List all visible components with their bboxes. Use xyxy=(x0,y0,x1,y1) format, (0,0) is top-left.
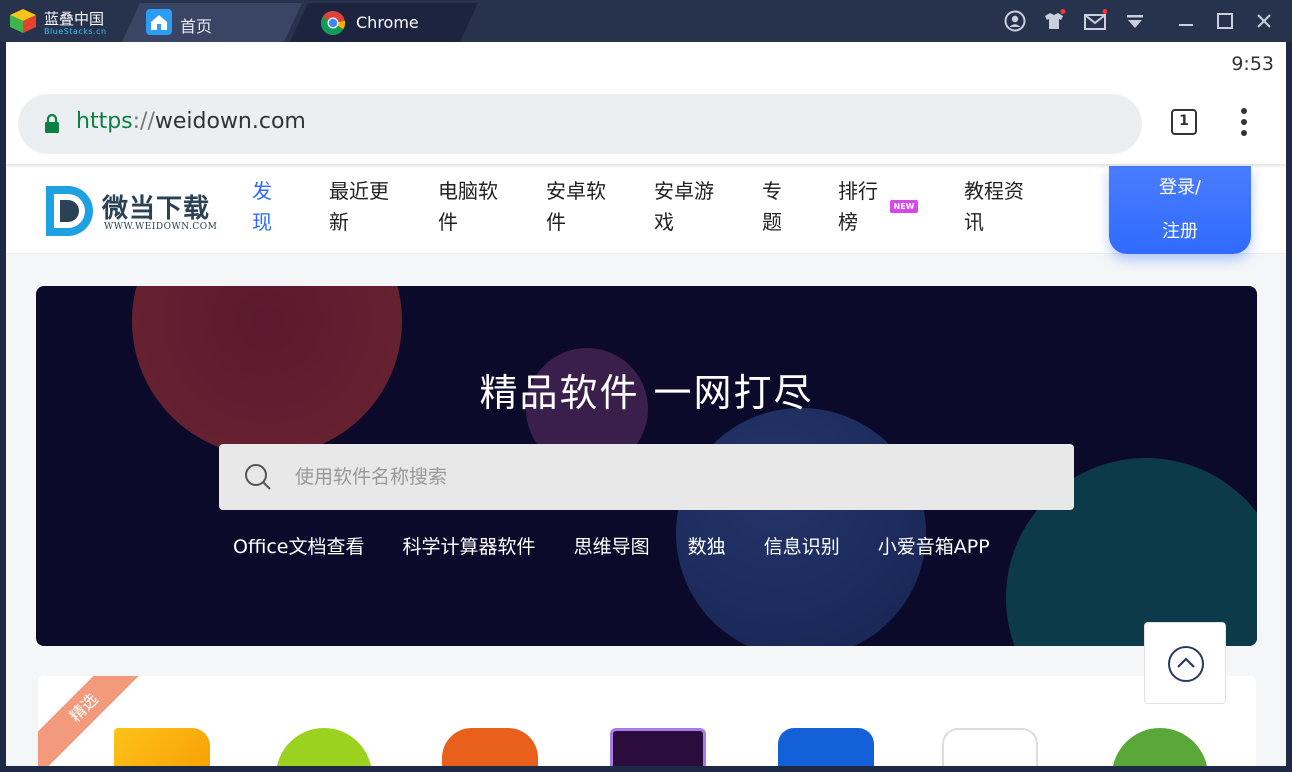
nav-android-software[interactable]: 安卓软件 xyxy=(546,176,610,238)
url-separator: :// xyxy=(132,109,155,134)
bluestacks-cube-icon xyxy=(10,9,36,33)
hot-search-list: Office文档查看 科学计算器软件 思维导图 数独 信息识别 小爱音箱APP xyxy=(233,532,1022,559)
nav-android-games[interactable]: 安卓游戏 xyxy=(654,176,718,238)
login-register-button[interactable]: 登录/ 注册 xyxy=(1109,166,1251,254)
tab-chrome-label: Chrome xyxy=(356,13,419,32)
chrome-toolbar: https://weidown.com 1 xyxy=(6,86,1286,164)
tab-chrome[interactable]: Chrome xyxy=(290,3,478,42)
hot-search-item[interactable]: 科学计算器软件 xyxy=(403,532,536,559)
url-scheme: https xyxy=(76,109,133,134)
site-logo-domain: WWW.WEIDOWN.COM xyxy=(104,222,218,232)
status-time: 9:53 xyxy=(1231,53,1274,75)
chevron-up-icon xyxy=(1168,646,1204,682)
site-logo[interactable]: 微当下载 WWW.WEIDOWN.COM xyxy=(46,182,218,238)
hot-search-item[interactable]: 数独 xyxy=(688,532,726,559)
hero-banner: 精品软件 一网打尽 Office文档查看 科学计算器软件 思维导图 数独 信息识… xyxy=(36,286,1257,646)
featured-section: 精选 xyxy=(38,676,1256,766)
nav-recent[interactable]: 最近更新 xyxy=(329,176,393,238)
hero-title: 精品软件 一网打尽 xyxy=(479,371,814,415)
bluestacks-name: 蓝叠中国 xyxy=(44,10,105,28)
url-host: weidown.com xyxy=(154,109,306,134)
app-icon-orange[interactable] xyxy=(442,728,538,766)
weidown-logo-icon xyxy=(46,186,93,236)
app-icon-cat[interactable] xyxy=(942,728,1038,766)
hot-search-item[interactable]: 信息识别 xyxy=(764,532,840,559)
nav-pc-software[interactable]: 电脑软件 xyxy=(438,176,502,238)
home-icon xyxy=(146,9,172,35)
webpage: 微当下载 WWW.WEIDOWN.COM 发现 最近更新 电脑软件 安卓软件 安… xyxy=(6,164,1286,766)
new-badge: NEW xyxy=(890,200,918,213)
hot-search-item[interactable]: 小爱音箱APP xyxy=(878,532,990,559)
overflow-menu-icon[interactable] xyxy=(1236,106,1252,138)
search-icon[interactable] xyxy=(243,462,273,492)
login-label: 登录/ xyxy=(1158,177,1202,198)
url-text: https://weidown.com xyxy=(76,109,306,134)
account-icon[interactable] xyxy=(1003,9,1027,33)
maximize-icon[interactable] xyxy=(1213,9,1237,33)
app-icon-frog[interactable] xyxy=(1112,728,1208,766)
nav-rankings[interactable]: 排行榜 xyxy=(838,176,882,238)
app-icon-cartoon[interactable] xyxy=(778,728,874,766)
minimize-icon[interactable] xyxy=(1174,9,1198,33)
site-logo-text: 微当下载 xyxy=(102,194,211,224)
app-icon-after-effects[interactable] xyxy=(610,728,706,766)
status-bar: 9:53 xyxy=(6,42,1286,86)
bluestacks-logo[interactable]: 蓝叠中国 BlueStacks.cn xyxy=(6,5,110,37)
tab-home[interactable]: 首页 xyxy=(122,3,302,42)
lock-icon xyxy=(45,114,59,133)
tshirt-icon[interactable] xyxy=(1042,9,1066,33)
chrome-icon xyxy=(320,10,346,36)
nav-topics[interactable]: 专题 xyxy=(762,176,786,238)
address-bar[interactable]: https://weidown.com xyxy=(18,94,1142,154)
app-icon-folder[interactable] xyxy=(114,728,210,766)
close-icon[interactable] xyxy=(1252,9,1276,33)
dropdown-menu-icon[interactable] xyxy=(1123,9,1147,33)
search-box[interactable] xyxy=(219,444,1074,510)
tab-home-label: 首页 xyxy=(180,17,213,36)
hot-search-item[interactable]: Office文档查看 xyxy=(233,532,364,559)
bluestacks-sub: BlueStacks.cn xyxy=(44,27,107,36)
nav-discover[interactable]: 发现 xyxy=(252,176,276,238)
site-header: 微当下载 WWW.WEIDOWN.COM 发现 最近更新 电脑软件 安卓软件 安… xyxy=(6,164,1286,254)
register-label: 注册 xyxy=(1162,221,1198,242)
hot-search-item[interactable]: 思维导图 xyxy=(574,532,650,559)
mail-icon[interactable] xyxy=(1083,9,1107,33)
nav-tutorials[interactable]: 教程资讯 xyxy=(964,176,1028,238)
search-input[interactable] xyxy=(295,444,1055,510)
android-screen: 9:53 https://weidown.com 1 微当下载 WWW.WEID… xyxy=(6,42,1286,766)
tab-switcher-button[interactable]: 1 xyxy=(1171,109,1197,135)
app-icon-green-circle[interactable] xyxy=(276,728,372,766)
back-to-top-button[interactable] xyxy=(1144,622,1226,704)
emulator-titlebar: 蓝叠中国 BlueStacks.cn 首页 Chrome xyxy=(0,0,1292,42)
